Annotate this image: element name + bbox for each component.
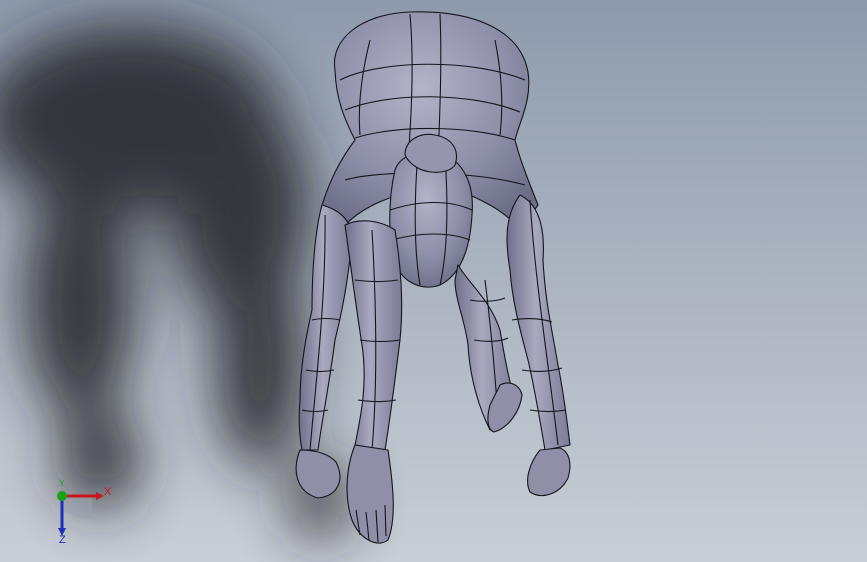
graphics-viewport[interactable]: X Y Z	[0, 0, 867, 562]
x-axis-label: X	[104, 486, 112, 498]
axis-triad: X Y Z	[44, 478, 114, 550]
y-axis-label: Y	[59, 478, 66, 488]
model-scene	[0, 0, 867, 562]
z-axis-label: Z	[59, 534, 66, 546]
